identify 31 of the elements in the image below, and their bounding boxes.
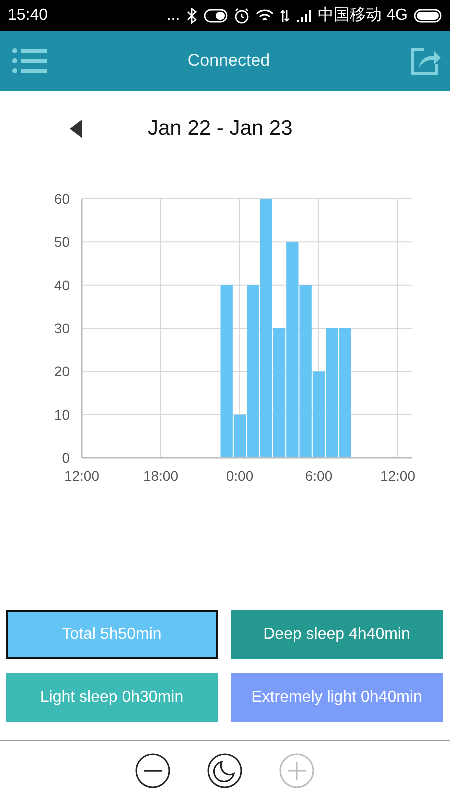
sleep-summary-button[interactable]: Light sleep 0h30min (6, 673, 218, 722)
toggle-icon (204, 8, 228, 22)
wifi-icon (256, 8, 274, 22)
date-range: Jan 22 - Jan 23 (148, 117, 293, 141)
x-tick-label: 0:00 (226, 468, 254, 484)
bluetooth-icon (186, 8, 198, 24)
x-tick-label: 12:00 (64, 468, 100, 484)
clock-time: 15:40 (8, 6, 48, 24)
y-tick-label: 10 (54, 406, 70, 423)
sleep-summary-button[interactable]: Total 5h50min (6, 610, 218, 659)
x-tick-label: 18:00 (143, 468, 179, 484)
y-tick-label: 30 (54, 320, 70, 336)
y-tick-label: 50 (54, 234, 70, 250)
alarm-icon (234, 8, 250, 24)
x-tick-label: 6:00 (305, 468, 333, 484)
data-arrows-icon (280, 8, 290, 22)
y-tick-label: 20 (54, 364, 70, 380)
previous-icon[interactable] (68, 119, 84, 139)
battery-icon (414, 8, 442, 22)
carrier-label: 中国移动 4G (318, 6, 408, 26)
y-tick-label: 0 (62, 450, 70, 466)
moon-icon[interactable] (207, 753, 243, 789)
y-tick-label: 60 (54, 191, 70, 207)
signal-icon (296, 8, 312, 22)
minus-icon[interactable] (135, 753, 171, 789)
header-title: Connected (188, 51, 270, 71)
sleep-summary-button[interactable]: Extremely light 0h40min (231, 673, 443, 722)
x-tick-label: 12:00 (380, 468, 416, 484)
sleep-summary-button[interactable]: Deep sleep 4h40min (231, 610, 443, 659)
y-tick-label: 40 (54, 277, 70, 294)
notification-dots: ... (166, 6, 180, 24)
